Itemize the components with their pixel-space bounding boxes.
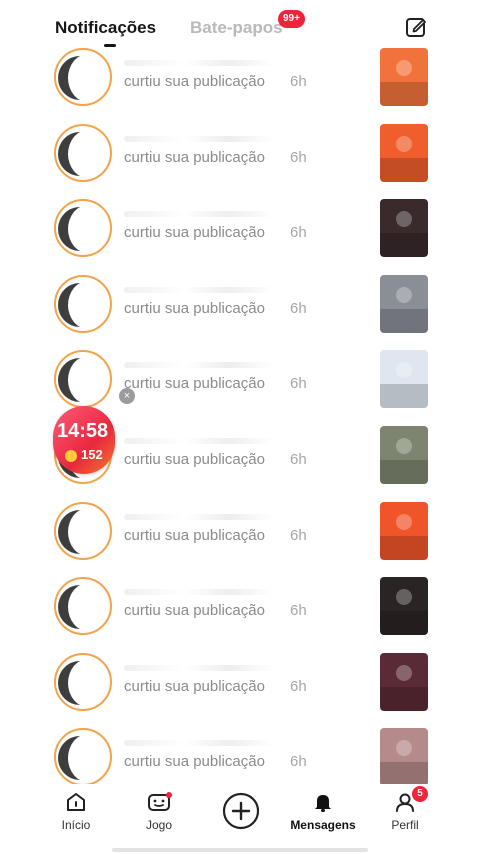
home-icon	[67, 793, 85, 811]
profile-badge: 5	[412, 786, 428, 802]
notification-action: curtiu sua publicação	[124, 148, 265, 166]
user-avatar[interactable]	[54, 199, 112, 258]
user-avatar[interactable]	[54, 577, 112, 636]
game-notification-dot	[166, 792, 172, 798]
coin-icon	[65, 450, 77, 462]
notification-action: curtiu sua publicação	[124, 299, 265, 317]
notification-action: curtiu sua publicação	[124, 526, 265, 544]
plus-circle-icon	[222, 792, 260, 830]
notification-action: curtiu sua publicação	[124, 375, 265, 393]
post-thumbnail[interactable]	[380, 350, 428, 409]
user-avatar[interactable]	[54, 350, 112, 409]
notification-time: 6h	[290, 73, 307, 90]
compose-icon[interactable]	[404, 15, 428, 39]
notification-row[interactable]: curtiu sua publicação 6h	[0, 501, 480, 562]
nav-messages[interactable]: Mensagens	[288, 790, 358, 832]
username-redacted	[124, 438, 274, 444]
live-stream-bubble[interactable]: 14:58 152	[53, 406, 115, 474]
notification-action: curtiu sua publicação	[124, 73, 265, 90]
home-indicator	[112, 848, 368, 852]
post-thumbnail[interactable]	[380, 426, 428, 484]
username-redacted	[124, 60, 274, 66]
notification-time: 6h	[290, 375, 307, 393]
notification-time: 6h	[290, 451, 307, 468]
tab-notifications[interactable]: Notificações	[55, 18, 156, 38]
user-avatar[interactable]	[54, 728, 112, 784]
notification-row[interactable]: curtiu sua publicação 6h	[0, 48, 480, 108]
tab-chats[interactable]: Bate-papos	[190, 18, 283, 38]
post-thumbnail[interactable]	[380, 652, 428, 711]
notification-row[interactable]: curtiu sua publicação 6h	[0, 728, 480, 784]
nav-game-label: Jogo	[145, 818, 173, 832]
notification-action: curtiu sua publicação	[124, 451, 265, 468]
top-header: Notificações Bate-papos 99+	[0, 0, 480, 48]
active-tab-indicator	[104, 44, 116, 47]
post-thumbnail[interactable]	[380, 274, 428, 333]
user-avatar[interactable]	[54, 652, 112, 711]
notification-action: curtiu sua publicação	[124, 224, 265, 242]
username-redacted	[124, 211, 274, 218]
post-thumbnail[interactable]	[380, 199, 428, 258]
post-thumbnail[interactable]	[380, 577, 428, 636]
notification-row[interactable]: curtiu sua publicação 6h	[0, 199, 480, 259]
post-thumbnail[interactable]	[380, 123, 428, 182]
notification-row[interactable]: curtiu sua publicação 6h	[0, 274, 480, 335]
username-redacted	[124, 664, 274, 671]
notification-row[interactable]: curtiu sua publicação 6h	[0, 350, 480, 410]
chats-unread-badge: 99+	[278, 10, 305, 28]
nav-game[interactable]: Jogo	[124, 790, 194, 832]
notification-time: 6h	[290, 753, 307, 771]
nav-home-label: Início	[61, 818, 91, 832]
notification-time: 6h	[290, 526, 307, 544]
username-redacted	[124, 740, 274, 747]
live-coin-count: 152	[81, 447, 103, 462]
live-timer: 14:58	[57, 420, 109, 442]
bell-icon	[315, 795, 331, 812]
notification-time: 6h	[290, 602, 307, 620]
notification-row[interactable]: curtiu sua publicação 6h	[0, 652, 480, 713]
user-avatar[interactable]	[54, 123, 112, 182]
nav-profile-label: Perfil	[391, 818, 419, 832]
notification-time: 6h	[290, 224, 307, 242]
close-live-bubble-button[interactable]: ×	[119, 388, 135, 404]
username-redacted	[124, 589, 274, 596]
notification-action: curtiu sua publicação	[124, 753, 265, 771]
nav-home[interactable]: Início	[41, 790, 111, 832]
user-avatar[interactable]	[54, 501, 112, 560]
username-redacted	[124, 286, 274, 293]
notification-action: curtiu sua publicação	[124, 602, 265, 620]
user-avatar[interactable]	[54, 48, 112, 106]
username-redacted	[124, 362, 274, 369]
notification-time: 6h	[290, 299, 307, 317]
nav-messages-label: Mensagens	[290, 818, 356, 832]
post-thumbnail[interactable]	[380, 728, 428, 784]
post-thumbnail[interactable]	[380, 501, 428, 560]
username-redacted	[124, 513, 274, 520]
bottom-nav: Início Jogo Mensagens 5 Perfil	[0, 784, 480, 854]
username-redacted	[124, 135, 274, 142]
notification-time: 6h	[290, 148, 307, 166]
notification-row[interactable]: curtiu sua publicação 6h	[0, 123, 480, 184]
user-avatar[interactable]	[54, 274, 112, 333]
notification-row[interactable]: curtiu sua publicação 6h	[0, 577, 480, 637]
post-thumbnail[interactable]	[380, 48, 428, 106]
nav-profile[interactable]: 5 Perfil	[370, 786, 440, 832]
notification-time: 6h	[290, 677, 307, 695]
create-post-button[interactable]	[206, 792, 276, 830]
notification-action: curtiu sua publicação	[124, 677, 265, 695]
